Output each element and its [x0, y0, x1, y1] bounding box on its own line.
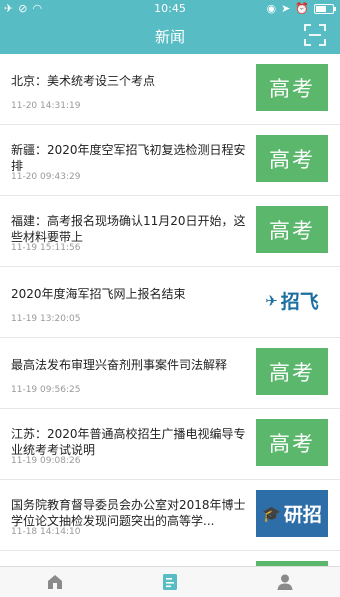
nav-bar: 新闻: [0, 17, 340, 54]
news-date: 11-20 14:31:19: [11, 101, 81, 111]
status-bar: ✈ ⊘ ◠ 10:45 ◉ ➤ ⏰: [0, 0, 340, 17]
location-icon: ➤: [281, 2, 291, 15]
news-icon: [163, 574, 177, 590]
news-thumbnail-yanzhao: 🎓 研招: [256, 490, 328, 537]
status-right: ◉ ➤ ⏰: [266, 2, 336, 15]
news-list: 北京：美术统考设三个考点 11-20 14:31:19 高考 新疆：2020年度空军招…: [0, 54, 340, 566]
news-title: 新疆：2020年度空军招飞初复选检测日程安排: [11, 143, 246, 173]
news-title: 江苏：2020年普通高校招生广播电视编导专业统考考试说明: [11, 427, 246, 457]
thumbnail-label: 高考: [269, 431, 315, 456]
news-item[interactable]: 江苏：2020年普通高校招生广播电视编导专业统考考试说明 11-19 09:08:…: [0, 409, 340, 480]
news-item[interactable]: 2020年度海军招飞网上报名结束 11-19 13:20:05 ✈ 招飞: [0, 267, 340, 338]
battery-icon: [314, 3, 336, 14]
news-thumbnail-gaokao: 高考: [256, 419, 328, 466]
news-item[interactable]: 国务院教育督导委员会办公室对2018年博士学位论文抽检发现问题突出的高等学...…: [0, 480, 340, 551]
news-title: 北京：美术统考设三个考点: [11, 74, 156, 88]
tab-bar: [0, 566, 340, 597]
news-date: 11-19 15:11:56: [11, 243, 81, 253]
thumbnail-label: 高考: [269, 76, 315, 101]
page-title: 新闻: [154, 28, 185, 46]
news-item[interactable]: 北京：美术统考设三个考点 11-20 14:31:19 高考: [0, 54, 340, 125]
news-title: 最高法发布审理兴奋剂刑事案件司法解释: [11, 358, 228, 372]
orientation-lock-icon: ◉: [266, 2, 277, 15]
scan-button[interactable]: [304, 24, 326, 46]
thumbnail-label: 高考: [269, 360, 315, 385]
news-item[interactable]: 河南：关于做好2020年普通高校艺术类专高考: [0, 551, 340, 566]
alarm-icon: ⏰: [295, 2, 309, 15]
news-thumbnail-zhaofei: ✈ 招飞: [256, 277, 328, 324]
news-item[interactable]: 新疆：2020年度空军招飞初复选检测日程安排 11-20 09:43:29 高考: [0, 125, 340, 196]
user-icon: [277, 574, 293, 590]
scan-icon: [304, 24, 326, 46]
news-thumbnail-gaokao: 高考: [256, 64, 328, 111]
tab-news[interactable]: [161, 573, 179, 591]
tab-profile[interactable]: [276, 573, 294, 591]
news-date: 11-20 09:43:29: [11, 172, 81, 182]
news-title: 福建：高考报名现场确认11月20日开始，这些材料要带上: [11, 214, 246, 244]
news-thumbnail-gaokao: 高考: [256, 348, 328, 395]
news-date: 11-19 09:08:26: [11, 456, 81, 466]
news-title: 国务院教育督导委员会办公室对2018年博士学位论文抽检发现问题突出的高等学...: [11, 498, 246, 528]
news-date: 11-19 13:20:05: [11, 314, 81, 324]
home-icon: [48, 575, 62, 589]
tab-home[interactable]: [46, 573, 64, 591]
news-date: 11-18 14:14:10: [11, 527, 81, 537]
thumbnail-label: 招飞: [280, 291, 319, 313]
thumbnail-label: 高考: [269, 218, 315, 243]
graduation-cap-icon: 🎓: [262, 504, 281, 523]
news-item[interactable]: 福建：高考报名现场确认11月20日开始，这些材料要带上 11-19 15:11:5…: [0, 196, 340, 267]
thumbnail-label: 高考: [269, 147, 315, 172]
news-title: 2020年度海军招飞网上报名结束: [11, 287, 186, 301]
news-thumbnail-gaokao: 高考: [256, 135, 328, 182]
news-thumbnail-gaokao: 高考: [256, 206, 328, 253]
news-item[interactable]: 最高法发布审理兴奋剂刑事案件司法解释 11-19 09:56:25 高考: [0, 338, 340, 409]
airplane-icon: ✈: [265, 291, 278, 310]
news-date: 11-19 09:56:25: [11, 385, 81, 395]
thumbnail-label: 研招: [283, 504, 322, 526]
